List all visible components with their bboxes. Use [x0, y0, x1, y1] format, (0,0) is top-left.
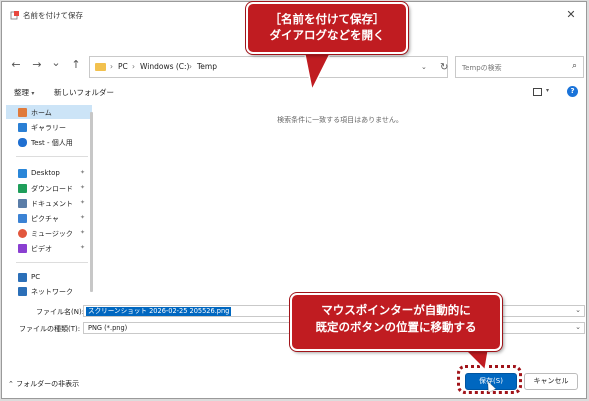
search-box[interactable]: Tempの検索 ⌕: [455, 56, 584, 78]
refresh-icon[interactable]: ↻: [440, 62, 448, 73]
view-options-icon[interactable]: [533, 88, 542, 96]
sidebar-item-label: ビデオ: [31, 245, 52, 253]
sidebar-divider: [16, 156, 88, 157]
pc-icon: [18, 273, 27, 282]
annotation-callout-bottom: マウスポインターが自動的に 既定のボタンの位置に移動する: [290, 293, 502, 351]
documents-icon: [18, 199, 27, 208]
annotation-callout-top: ［名前を付けて保存］ ダイアログなどを開く: [246, 2, 408, 54]
sidebar-scrollbar[interactable]: [90, 112, 93, 292]
sidebar-item-label: PC: [31, 273, 41, 281]
videos-icon: [18, 244, 27, 253]
sidebar-item-home[interactable]: ホーム: [6, 105, 92, 119]
download-icon: [18, 184, 27, 193]
callout-top-line1: ［名前を付けて保存］: [269, 12, 385, 26]
sidebar-item-network[interactable]: ネットワーク: [6, 284, 92, 298]
organize-menu[interactable]: 整理 ▾: [14, 87, 34, 98]
command-bar: 整理 ▾ 新しいフォルダー ▾ ?: [2, 82, 586, 102]
sidebar-item-label: ネットワーク: [31, 288, 73, 296]
new-folder-button[interactable]: 新しいフォルダー: [54, 87, 114, 98]
chevron-down-icon: ▾: [31, 90, 35, 97]
hide-folders-button[interactable]: ⌃ フォルダーの非表示: [8, 379, 79, 389]
crumb-separator: ›: [132, 62, 135, 71]
pin-icon: ✦: [80, 199, 86, 206]
crumb-separator: ›: [189, 62, 192, 71]
pin-icon: ✦: [80, 214, 86, 221]
recent-locations-button[interactable]: ⌄: [49, 56, 63, 70]
save-dialog-icon: [10, 11, 19, 20]
gallery-icon: [18, 123, 27, 132]
sidebar-item-label: ギャラリー: [31, 124, 66, 132]
chevron-down-icon[interactable]: ⌄: [575, 323, 581, 331]
sidebar-item-label: Test - 個人用: [31, 139, 73, 147]
network-icon: [18, 287, 27, 296]
sidebar-item-label: ミュージック: [31, 230, 73, 238]
chevron-down-icon[interactable]: ⌄: [575, 306, 581, 314]
filetype-value: PNG (*.png): [88, 324, 128, 332]
callout-pointer-top: [303, 50, 333, 93]
sidebar-item-onedrive[interactable]: Test - 個人用: [6, 135, 92, 149]
filename-label: ファイル名(N):: [36, 308, 85, 316]
music-icon: [18, 229, 27, 238]
callout-bottom-line2: 既定のボタンの位置に移動する: [315, 320, 477, 334]
breadcrumb-windows-c[interactable]: Windows (C:): [140, 62, 189, 71]
callout-top-line2: ダイアログなどを開く: [269, 28, 385, 42]
sidebar-item-music[interactable]: ミュージック ✦: [6, 226, 92, 240]
back-button[interactable]: ←: [9, 58, 23, 72]
help-icon[interactable]: ?: [567, 86, 578, 97]
search-placeholder: Tempの検索: [462, 64, 502, 72]
address-dropdown-icon[interactable]: ⌄: [421, 63, 427, 71]
sidebar-item-label: ダウンロード: [31, 185, 73, 193]
navigation-pane: ホーム ギャラリー Test - 個人用 Desktop ✦ ダウンロード ✦ …: [6, 105, 96, 298]
sidebar-item-documents[interactable]: ドキュメント ✦: [6, 196, 92, 210]
sidebar-item-desktop[interactable]: Desktop ✦: [6, 166, 92, 180]
sidebar-item-gallery[interactable]: ギャラリー: [6, 120, 92, 134]
filetype-label: ファイルの種類(T):: [19, 325, 81, 333]
pictures-icon: [18, 214, 27, 223]
file-list-area[interactable]: 検索条件に一致する項目はありません。: [98, 103, 582, 298]
search-icon[interactable]: ⌕: [572, 61, 577, 71]
hide-folders-label: フォルダーの非表示: [16, 380, 80, 388]
sidebar-divider: [16, 262, 88, 263]
chevron-down-icon[interactable]: ▾: [546, 87, 549, 94]
sidebar-item-videos[interactable]: ビデオ ✦: [6, 241, 92, 255]
breadcrumb-pc[interactable]: PC: [118, 62, 128, 71]
filename-value: スクリーンショット 2026-02-25 205526.png: [86, 307, 232, 316]
home-icon: [18, 108, 27, 117]
sidebar-item-label: ホーム: [31, 109, 52, 117]
folder-icon: [95, 63, 106, 71]
onedrive-icon: [18, 138, 27, 147]
crumb-separator: ›: [110, 62, 113, 71]
sidebar-item-label: Desktop: [31, 169, 60, 177]
breadcrumb-temp[interactable]: Temp: [197, 62, 217, 71]
callout-bottom-line1: マウスポインターが自動的に: [321, 303, 471, 317]
forward-button[interactable]: →: [30, 58, 44, 72]
pin-icon: ✦: [80, 244, 86, 251]
sidebar-item-label: ドキュメント: [31, 200, 73, 208]
up-button[interactable]: ↑: [69, 58, 83, 72]
pin-icon: ✦: [80, 229, 86, 236]
chevron-up-icon: ⌃: [8, 380, 14, 388]
window-title: 名前を付けて保存: [23, 11, 83, 20]
pin-icon: ✦: [80, 169, 86, 176]
desktop-icon: [18, 169, 27, 178]
sidebar-item-label: ピクチャ: [31, 215, 59, 223]
sidebar-item-pc[interactable]: PC: [6, 270, 92, 284]
sidebar-item-pictures[interactable]: ピクチャ ✦: [6, 211, 92, 225]
sidebar-item-downloads[interactable]: ダウンロード ✦: [6, 181, 92, 195]
pin-icon: ✦: [80, 184, 86, 191]
organize-label: 整理: [14, 88, 29, 97]
cancel-button[interactable]: キャンセル: [524, 373, 578, 390]
empty-folder-message: 検索条件に一致する項目はありません。: [277, 116, 403, 124]
address-bar[interactable]: › PC › Windows (C:) › Temp ⌄ ↻: [89, 56, 448, 78]
close-button[interactable]: ✕: [562, 6, 580, 24]
